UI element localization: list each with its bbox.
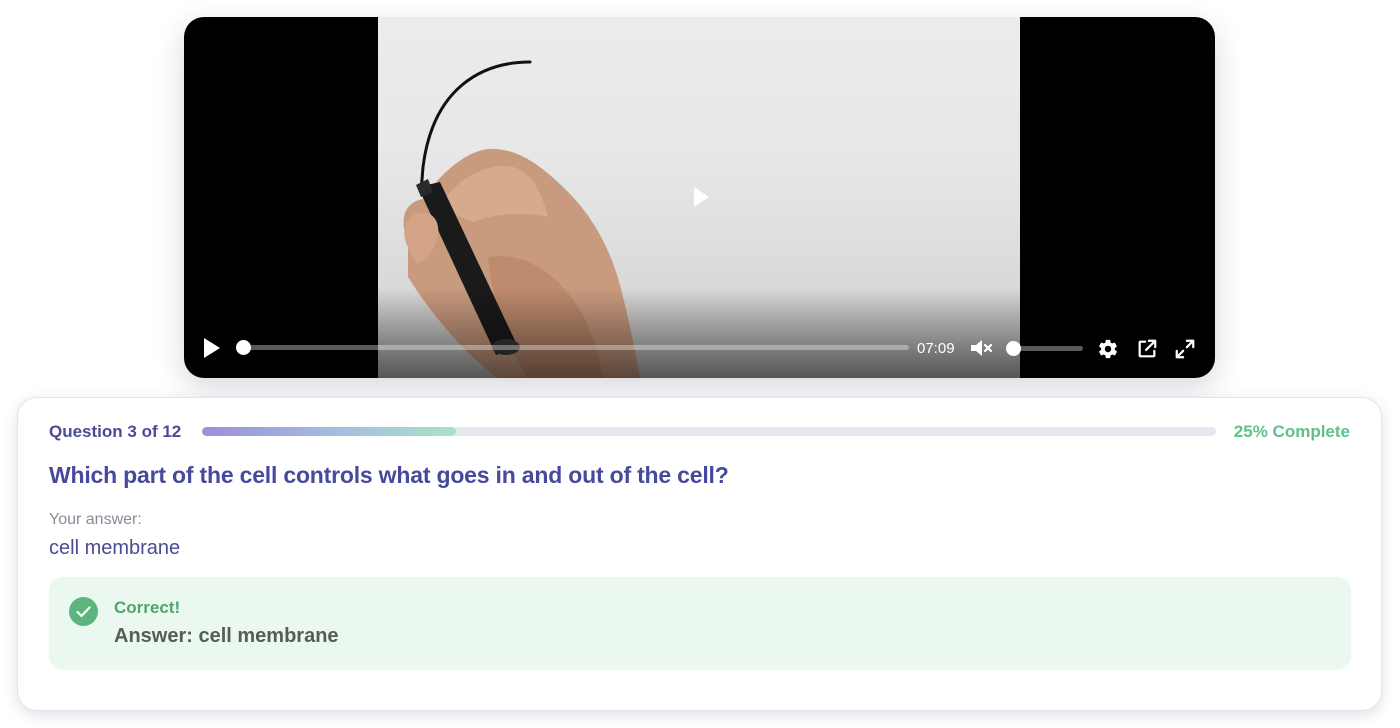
fullscreen-button[interactable]	[1173, 337, 1197, 361]
feedback-panel: Correct! Answer: cell membrane	[49, 577, 1351, 670]
mute-button[interactable]	[970, 336, 994, 360]
play-icon	[204, 338, 220, 358]
your-answer-value: cell membrane	[49, 537, 181, 559]
seek-bar-thumb[interactable]	[236, 340, 251, 355]
question-text: Which part of the cell controls what goe…	[49, 462, 729, 488]
popout-button[interactable]	[1135, 337, 1159, 361]
video-player[interactable]: 07:09	[184, 17, 1215, 378]
play-icon	[694, 187, 709, 207]
play-button[interactable]	[200, 335, 224, 361]
seek-bar[interactable]	[236, 340, 909, 355]
fullscreen-icon	[1175, 339, 1195, 359]
volume-muted-icon	[971, 340, 993, 356]
gear-icon	[1099, 339, 1117, 359]
center-play-button[interactable]	[689, 185, 713, 209]
quiz-progress-bar	[202, 427, 1216, 436]
quiz-progress-fill	[202, 427, 456, 436]
correct-answer: Answer: cell membrane	[114, 625, 339, 647]
check-circle-icon	[69, 597, 98, 626]
feedback-status: Correct!	[114, 598, 181, 617]
video-controls: 07:09	[184, 318, 1215, 378]
volume-slider-thumb[interactable]	[1006, 341, 1021, 356]
completion-status: 25% Complete	[1233, 422, 1350, 441]
your-answer-label: Your answer:	[49, 511, 142, 528]
current-time: 07:09	[917, 340, 955, 357]
check-icon	[76, 605, 91, 617]
volume-slider[interactable]	[1006, 341, 1083, 356]
quiz-card: Question 3 of 12 25% Complete Which part…	[17, 397, 1382, 711]
external-link-icon	[1138, 339, 1157, 358]
question-counter: Question 3 of 12	[49, 422, 182, 441]
settings-button[interactable]	[1096, 337, 1120, 361]
